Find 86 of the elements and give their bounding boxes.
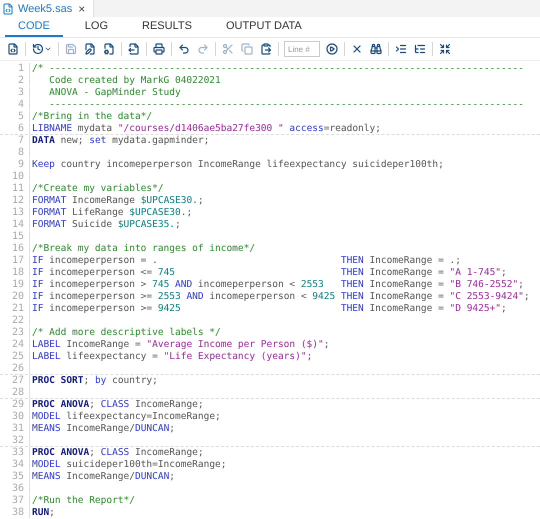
- paste-icon[interactable]: [259, 42, 273, 56]
- line-number: 2: [0, 75, 30, 86]
- binoculars-icon[interactable]: [369, 42, 383, 56]
- line-number: 24: [0, 339, 30, 350]
- line-number: 15: [0, 231, 30, 242]
- code-line: /* -----------------------------------------------------------------------------------: [31, 63, 524, 74]
- line-number: 35: [0, 471, 30, 482]
- line-number: 17: [0, 255, 30, 266]
- line-number: 10: [0, 171, 30, 182]
- line-number: 28: [0, 387, 30, 398]
- line-number: 12: [0, 195, 30, 206]
- line-number: 6: [0, 123, 30, 134]
- code-line: PROC ANOVA; CLASS IncomeRange;: [31, 399, 204, 410]
- line-number: 37: [0, 495, 30, 506]
- line-number: 27: [0, 375, 30, 386]
- file-tab-title: Week5.sas: [18, 2, 72, 14]
- line-number: 14: [0, 219, 30, 230]
- code-line: IF incomeperperson = . THEN IncomeRange = .;: [31, 255, 461, 266]
- code-line: Keep country incomeperperson IncomeRange lifeexpectancy suicideper100th;: [31, 159, 444, 170]
- play-icon[interactable]: [325, 42, 339, 56]
- code-line: PROC ANOVA; CLASS IncomeRange;: [31, 447, 204, 458]
- code-line: IF incomeperperson >= 9425 THEN IncomeRange = "D 9425+";: [31, 303, 507, 314]
- code-line: /*Run the Report*/: [31, 495, 135, 506]
- line-number-field[interactable]: Line #: [284, 41, 320, 57]
- code-line: -----------------------------------------------------------------------------------: [48, 99, 524, 110]
- export-icon[interactable]: [127, 42, 141, 56]
- collapse-icon[interactable]: [438, 42, 452, 56]
- line-number: 22: [0, 315, 30, 326]
- line-number: 9: [0, 159, 30, 170]
- code-line: MEANS IncomeRange/DUNCAN;: [31, 423, 176, 434]
- code-line: LIBNAME mydata "/courses/d1406ae5ba27fe300 " access=readonly;: [31, 123, 381, 134]
- code-line: ANOVA - GapMinder Study: [48, 87, 181, 98]
- code-line: FORMAT Suicide $UPCASE35.;: [31, 219, 181, 230]
- line-number: 8: [0, 147, 30, 158]
- line-number: 34: [0, 459, 30, 470]
- format-icon[interactable]: [413, 42, 427, 56]
- code-line: Code created by MarkG 04022021: [48, 75, 221, 86]
- code-line: DATA new; set mydata.gapminder;: [31, 135, 210, 146]
- save-as-icon[interactable]: [83, 42, 97, 56]
- code-line: /* Add more descriptive labels */: [31, 327, 221, 338]
- code-line: IF incomeperperson <= 745 THEN IncomeRange = "A 1-745";: [31, 267, 507, 278]
- code-line: /*Bring in the data*/: [31, 111, 152, 122]
- tab[interactable]: CODE: [5, 17, 63, 37]
- line-number: 25: [0, 351, 30, 362]
- line-number: 26: [0, 363, 30, 374]
- document-icon: [2, 2, 14, 14]
- line-number: 33: [0, 447, 30, 458]
- indent-icon[interactable]: [394, 42, 408, 56]
- line-number: 30: [0, 411, 30, 422]
- code-line: FORMAT LifeRange $UPCASE30.;: [31, 207, 192, 218]
- close-button[interactable]: ×: [76, 2, 88, 14]
- code-line: PROC SORT; by country;: [31, 375, 158, 386]
- code-line: IF incomeperperson > 745 AND incomeperperson < 2553 THEN IncomeRange = "B 746-2552";: [31, 279, 524, 290]
- line-number: 11: [0, 183, 30, 194]
- line-number: 18: [0, 267, 30, 278]
- line-number: 38: [0, 507, 30, 518]
- line-number: 3: [0, 87, 30, 98]
- line-number: 19: [0, 279, 30, 290]
- line-number: 29: [0, 399, 30, 410]
- code-line: IF incomeperperson >= 2553 AND incomeperperson < 9425 THEN IncomeRange = "C 2553-9424";: [31, 291, 530, 302]
- line-number: 36: [0, 483, 30, 494]
- line-number: 21: [0, 303, 30, 314]
- line-number: 13: [0, 207, 30, 218]
- line-number: 32: [0, 435, 30, 446]
- code-line: MEANS IncomeRange/DUNCAN;: [31, 471, 176, 482]
- print-icon[interactable]: [152, 42, 166, 56]
- line-number: 23: [0, 327, 30, 338]
- code-line: MODEL suicideper100th=IncomeRange;: [31, 459, 226, 470]
- file-tab[interactable]: Week5.sas ×: [0, 0, 94, 17]
- line-number: 16: [0, 243, 30, 254]
- code-line: /*Break my data into ranges of income*/: [31, 243, 256, 254]
- history-icon[interactable]: [31, 42, 53, 56]
- line-number: 1: [0, 63, 30, 74]
- line-number: 5: [0, 111, 30, 122]
- document-gear-icon[interactable]: [102, 42, 116, 56]
- undo-icon[interactable]: [177, 42, 191, 56]
- code-line: LABEL lifeexpectancy = "Life Expectancy (years)";: [31, 351, 312, 362]
- code-line: RUN;: [31, 507, 55, 518]
- line-number: 20: [0, 291, 30, 302]
- code-line: MODEL lifeexpectancy=IncomeRange;: [31, 411, 221, 422]
- line-number: 7: [0, 135, 30, 146]
- code-line: /*Create my variables*/: [31, 183, 164, 194]
- code-line: FORMAT IncomeRange $UPCASE30.;: [31, 195, 204, 206]
- line-number: 31: [0, 423, 30, 434]
- line-number: 4: [0, 99, 30, 110]
- code-line: LABEL IncomeRange = "Average Income per Person ($)";: [31, 339, 330, 350]
